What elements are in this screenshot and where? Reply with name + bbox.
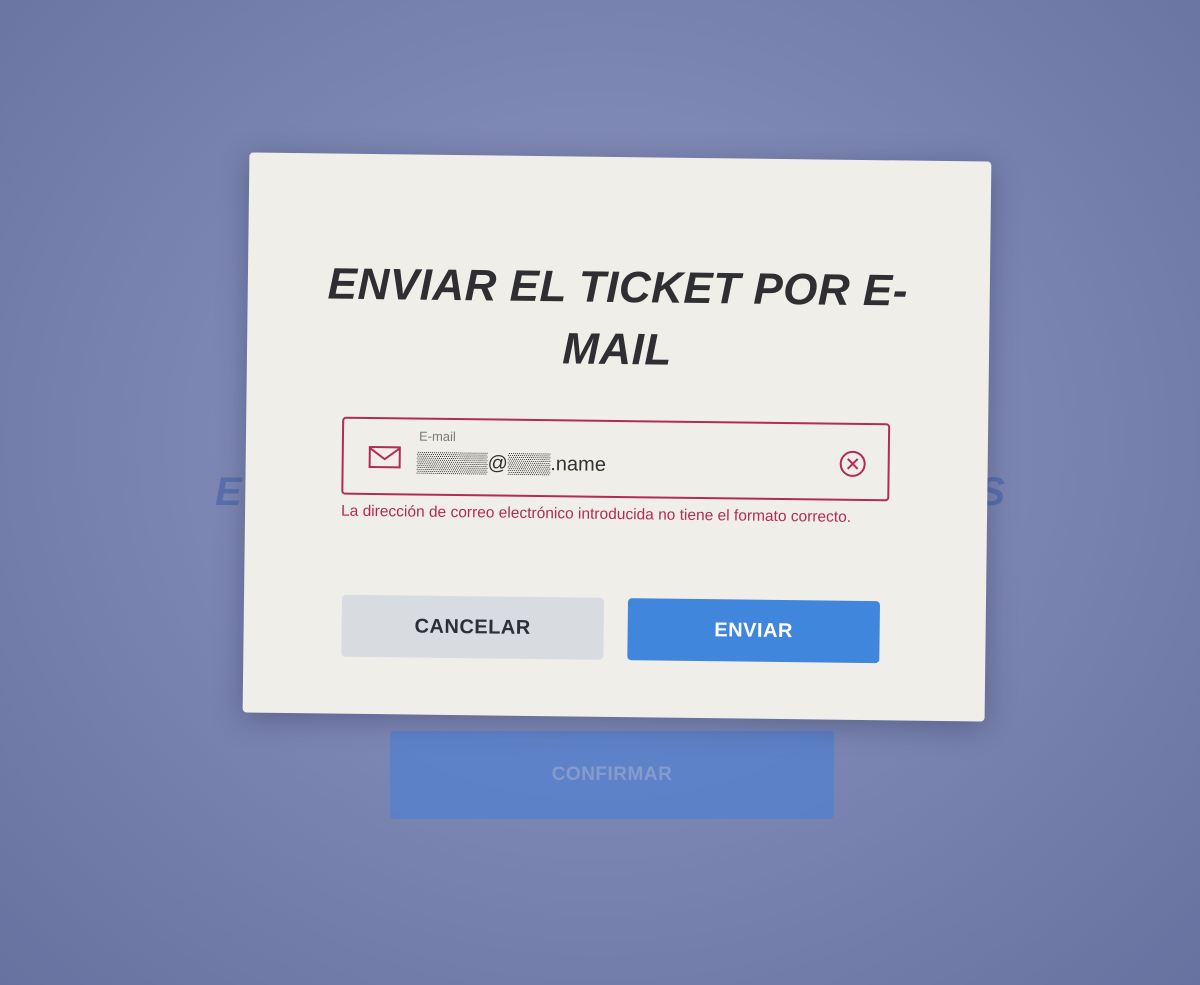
- send-button[interactable]: ENVIAR: [627, 598, 881, 664]
- email-field[interactable]: E-mail: [341, 416, 891, 502]
- email-ticket-dialog: ENVIAR EL TICKET POR E-MAIL E-mail La di…: [242, 152, 992, 722]
- dialog-title: ENVIAR EL TICKET POR E-MAIL: [327, 259, 909, 375]
- clear-email-button[interactable]: [838, 449, 868, 479]
- mail-icon: [368, 445, 401, 469]
- email-input[interactable]: [416, 447, 817, 483]
- email-error-message: La dirección de correo electrónico intro…: [340, 502, 852, 526]
- clear-circle-x-icon: [839, 450, 866, 477]
- background-heading-left-fragment: E: [215, 470, 242, 514]
- confirm-button[interactable]: CONFIRMAR: [390, 731, 834, 819]
- email-field-label: E-mail: [418, 428, 456, 445]
- cancel-button[interactable]: CANCELAR: [341, 594, 605, 660]
